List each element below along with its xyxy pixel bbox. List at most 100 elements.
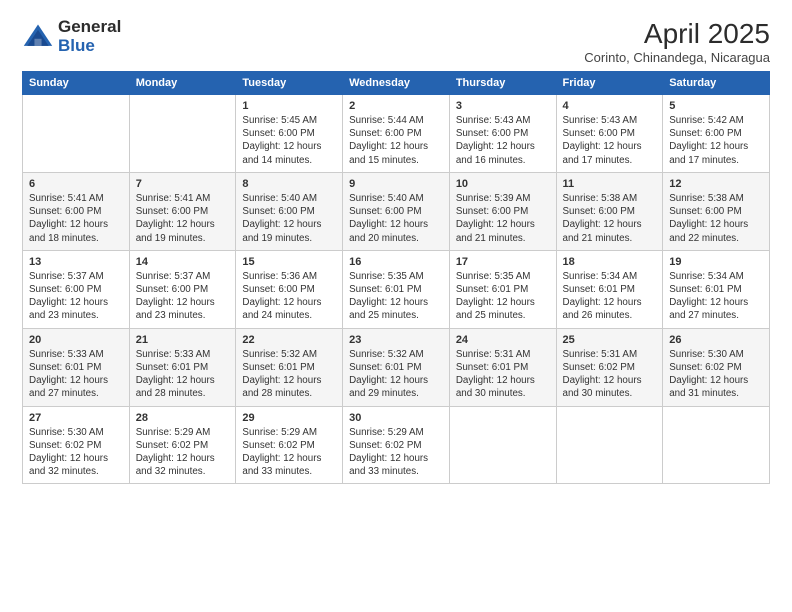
- day-header-monday: Monday: [129, 72, 236, 95]
- logo: General Blue: [22, 18, 121, 55]
- day-info: Sunrise: 5:38 AM Sunset: 6:00 PM Dayligh…: [563, 192, 657, 245]
- calendar-cell: 11 Sunrise: 5:38 AM Sunset: 6:00 PM Dayli…: [556, 172, 663, 250]
- calendar-cell: [449, 406, 556, 484]
- day-number: 24: [456, 334, 550, 346]
- calendar-cell: 2 Sunrise: 5:44 AM Sunset: 6:00 PM Daylig…: [343, 95, 450, 173]
- calendar-cell: [129, 95, 236, 173]
- day-number: 27: [29, 412, 123, 424]
- calendar-cell: 13 Sunrise: 5:37 AM Sunset: 6:00 PM Dayli…: [23, 250, 130, 328]
- day-header-wednesday: Wednesday: [343, 72, 450, 95]
- calendar-cell: 20Sunrise: 5:33 AM Sunset: 6:01 PM Dayli…: [23, 328, 130, 406]
- day-number: 9: [349, 178, 443, 190]
- title-block: April 2025 Corinto, Chinandega, Nicaragu…: [584, 18, 770, 65]
- calendar-cell: 15Sunrise: 5:36 AM Sunset: 6:00 PM Dayli…: [236, 250, 343, 328]
- calendar-cell: 8 Sunrise: 5:40 AM Sunset: 6:00 PM Daylig…: [236, 172, 343, 250]
- day-info: Sunrise: 5:37 AM Sunset: 6:00 PM Dayligh…: [29, 270, 123, 323]
- calendar-cell: 29 Sunrise: 5:29 AM Sunset: 6:02 PM Dayli…: [236, 406, 343, 484]
- day-info: Sunrise: 5:30 AM Sunset: 6:02 PM Dayligh…: [669, 348, 763, 401]
- day-info: Sunrise: 5:32 AM Sunset: 6:01 PM Dayligh…: [349, 348, 443, 401]
- day-number: 17: [456, 256, 550, 268]
- day-info: Sunrise: 5:31 AM Sunset: 6:02 PM Dayligh…: [563, 348, 657, 401]
- day-number: 10: [456, 178, 550, 190]
- day-info: Sunrise: 5:29 AM Sunset: 6:02 PM Dayligh…: [349, 426, 443, 479]
- day-info: Sunrise: 5:33 AM Sunset: 6:01 PM Dayligh…: [29, 348, 123, 401]
- calendar-cell: 26 Sunrise: 5:30 AM Sunset: 6:02 PM Dayli…: [663, 328, 770, 406]
- calendar-week-row: 6Sunrise: 5:41 AM Sunset: 6:00 PM Daylig…: [23, 172, 770, 250]
- day-number: 1: [242, 100, 336, 112]
- calendar-cell: 28Sunrise: 5:29 AM Sunset: 6:02 PM Dayli…: [129, 406, 236, 484]
- day-number: 22: [242, 334, 336, 346]
- calendar-cell: 12 Sunrise: 5:38 AM Sunset: 6:00 PM Dayli…: [663, 172, 770, 250]
- calendar-week-row: 13 Sunrise: 5:37 AM Sunset: 6:00 PM Dayli…: [23, 250, 770, 328]
- day-header-sunday: Sunday: [23, 72, 130, 95]
- day-info: Sunrise: 5:39 AM Sunset: 6:00 PM Dayligh…: [456, 192, 550, 245]
- calendar-cell: 10 Sunrise: 5:39 AM Sunset: 6:00 PM Dayli…: [449, 172, 556, 250]
- day-number: 13: [29, 256, 123, 268]
- calendar-cell: 19Sunrise: 5:34 AM Sunset: 6:01 PM Dayli…: [663, 250, 770, 328]
- day-number: 23: [349, 334, 443, 346]
- calendar-cell: 25 Sunrise: 5:31 AM Sunset: 6:02 PM Dayli…: [556, 328, 663, 406]
- day-info: Sunrise: 5:43 AM Sunset: 6:00 PM Dayligh…: [563, 114, 657, 167]
- day-info: Sunrise: 5:35 AM Sunset: 6:01 PM Dayligh…: [456, 270, 550, 323]
- day-info: Sunrise: 5:32 AM Sunset: 6:01 PM Dayligh…: [242, 348, 336, 401]
- day-info: Sunrise: 5:44 AM Sunset: 6:00 PM Dayligh…: [349, 114, 443, 167]
- day-info: Sunrise: 5:45 AM Sunset: 6:00 PM Dayligh…: [242, 114, 336, 167]
- month-title: April 2025: [584, 18, 770, 50]
- day-info: Sunrise: 5:30 AM Sunset: 6:02 PM Dayligh…: [29, 426, 123, 479]
- day-info: Sunrise: 5:36 AM Sunset: 6:00 PM Dayligh…: [242, 270, 336, 323]
- calendar-week-row: 20Sunrise: 5:33 AM Sunset: 6:01 PM Dayli…: [23, 328, 770, 406]
- day-number: 5: [669, 100, 763, 112]
- day-info: Sunrise: 5:38 AM Sunset: 6:00 PM Dayligh…: [669, 192, 763, 245]
- day-number: 30: [349, 412, 443, 424]
- calendar-cell: 4 Sunrise: 5:43 AM Sunset: 6:00 PM Daylig…: [556, 95, 663, 173]
- logo-text: General Blue: [58, 18, 121, 55]
- day-number: 12: [669, 178, 763, 190]
- location: Corinto, Chinandega, Nicaragua: [584, 50, 770, 65]
- day-number: 14: [136, 256, 230, 268]
- page: General Blue April 2025 Corinto, Chinand…: [0, 0, 792, 612]
- day-number: 3: [456, 100, 550, 112]
- calendar-header-row: SundayMondayTuesdayWednesdayThursdayFrid…: [23, 72, 770, 95]
- calendar-cell: 3 Sunrise: 5:43 AM Sunset: 6:00 PM Daylig…: [449, 95, 556, 173]
- day-number: 21: [136, 334, 230, 346]
- day-info: Sunrise: 5:42 AM Sunset: 6:00 PM Dayligh…: [669, 114, 763, 167]
- day-number: 26: [669, 334, 763, 346]
- day-number: 19: [669, 256, 763, 268]
- header: General Blue April 2025 Corinto, Chinand…: [22, 18, 770, 65]
- day-number: 18: [563, 256, 657, 268]
- calendar-cell: [663, 406, 770, 484]
- logo-blue: Blue: [58, 37, 121, 56]
- day-info: Sunrise: 5:31 AM Sunset: 6:01 PM Dayligh…: [456, 348, 550, 401]
- day-number: 2: [349, 100, 443, 112]
- calendar-cell: 5 Sunrise: 5:42 AM Sunset: 6:00 PM Daylig…: [663, 95, 770, 173]
- calendar-cell: 16Sunrise: 5:35 AM Sunset: 6:01 PM Dayli…: [343, 250, 450, 328]
- day-info: Sunrise: 5:29 AM Sunset: 6:02 PM Dayligh…: [242, 426, 336, 479]
- calendar-cell: 9 Sunrise: 5:40 AM Sunset: 6:00 PM Daylig…: [343, 172, 450, 250]
- day-number: 8: [242, 178, 336, 190]
- day-info: Sunrise: 5:37 AM Sunset: 6:00 PM Dayligh…: [136, 270, 230, 323]
- calendar-cell: 17 Sunrise: 5:35 AM Sunset: 6:01 PM Dayli…: [449, 250, 556, 328]
- calendar-cell: 7 Sunrise: 5:41 AM Sunset: 6:00 PM Daylig…: [129, 172, 236, 250]
- calendar-cell: 30 Sunrise: 5:29 AM Sunset: 6:02 PM Dayli…: [343, 406, 450, 484]
- day-number: 25: [563, 334, 657, 346]
- day-number: 16: [349, 256, 443, 268]
- calendar-table: SundayMondayTuesdayWednesdayThursdayFrid…: [22, 71, 770, 484]
- day-info: Sunrise: 5:40 AM Sunset: 6:00 PM Dayligh…: [349, 192, 443, 245]
- day-info: Sunrise: 5:34 AM Sunset: 6:01 PM Dayligh…: [563, 270, 657, 323]
- day-info: Sunrise: 5:40 AM Sunset: 6:00 PM Dayligh…: [242, 192, 336, 245]
- day-number: 11: [563, 178, 657, 190]
- day-info: Sunrise: 5:43 AM Sunset: 6:00 PM Dayligh…: [456, 114, 550, 167]
- calendar-cell: 27 Sunrise: 5:30 AM Sunset: 6:02 PM Dayli…: [23, 406, 130, 484]
- day-info: Sunrise: 5:41 AM Sunset: 6:00 PM Dayligh…: [136, 192, 230, 245]
- calendar-cell: 14 Sunrise: 5:37 AM Sunset: 6:00 PM Dayli…: [129, 250, 236, 328]
- day-number: 7: [136, 178, 230, 190]
- day-header-friday: Friday: [556, 72, 663, 95]
- day-info: Sunrise: 5:41 AM Sunset: 6:00 PM Dayligh…: [29, 192, 123, 245]
- calendar-week-row: 27 Sunrise: 5:30 AM Sunset: 6:02 PM Dayli…: [23, 406, 770, 484]
- day-number: 29: [242, 412, 336, 424]
- day-number: 4: [563, 100, 657, 112]
- calendar-cell: 6Sunrise: 5:41 AM Sunset: 6:00 PM Daylig…: [23, 172, 130, 250]
- calendar-week-row: 1 Sunrise: 5:45 AM Sunset: 6:00 PM Daylig…: [23, 95, 770, 173]
- day-number: 28: [136, 412, 230, 424]
- day-header-saturday: Saturday: [663, 72, 770, 95]
